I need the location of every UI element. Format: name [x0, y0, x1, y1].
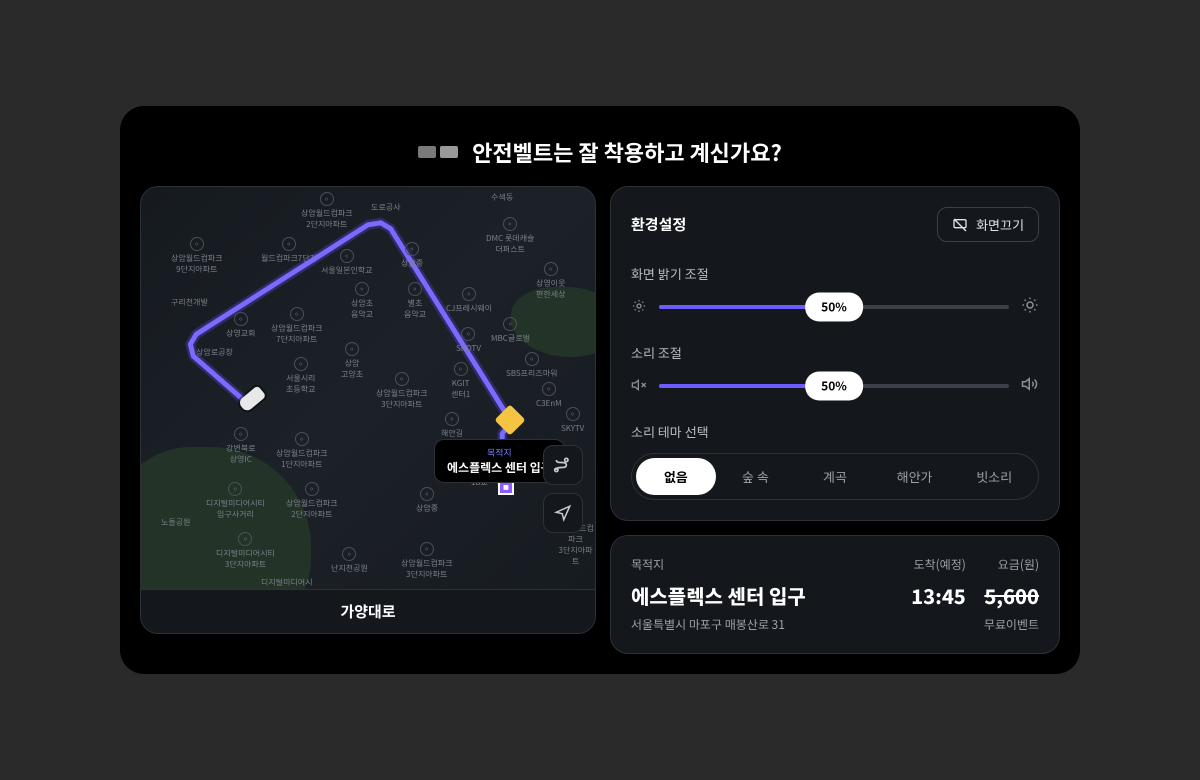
- main-panel: 안전벨트는 잘 착용하고 계신가요? ◦상암월드컵파크9단지아파트 ◦월드컵파크…: [120, 106, 1080, 674]
- volume-mute-icon: [631, 374, 647, 398]
- recenter-button[interactable]: [543, 493, 583, 533]
- settings-title: 환경설정: [631, 214, 686, 235]
- map-area[interactable]: ◦상암월드컵파크9단지아파트 ◦월드컵파크7단지 ◦상암월드컵파크2단지아파트 …: [141, 187, 595, 589]
- brightness-high-icon: [1021, 295, 1039, 319]
- brightness-slider[interactable]: 50%: [659, 305, 1009, 309]
- current-road: 가양대로: [141, 589, 595, 633]
- seatbelt-icon: [418, 146, 458, 158]
- volume-label: 소리 조절: [631, 343, 1039, 362]
- dest-address: 서울특별시 마포구 매봉산로 31: [631, 616, 893, 633]
- content-row: ◦상암월드컵파크9단지아파트 ◦월드컵파크7단지 ◦상암월드컵파크2단지아파트 …: [140, 186, 1060, 654]
- volume-thumb[interactable]: 50%: [805, 372, 863, 401]
- header: 안전벨트는 잘 착용하고 계신가요?: [140, 126, 1060, 186]
- screen-off-button[interactable]: 화면끄기: [937, 207, 1039, 242]
- dest-label: 목적지: [631, 556, 893, 573]
- map-dest-tag: 목적지: [447, 446, 552, 459]
- theme-option-valley[interactable]: 계곡: [795, 458, 875, 495]
- brightness-label: 화면 밝기 조절: [631, 264, 1039, 283]
- brightness-low-icon: [631, 295, 647, 319]
- theme-option-rain[interactable]: 빗소리: [954, 458, 1034, 495]
- screen-off-label: 화면끄기: [976, 215, 1024, 234]
- map-card: ◦상암월드컵파크9단지아파트 ◦월드컵파크7단지 ◦상암월드컵파크2단지아파트 …: [140, 186, 596, 634]
- eta-label: 도착(예정): [911, 556, 966, 573]
- settings-card: 환경설정 화면끄기 화면 밝기 조절 50%: [610, 186, 1060, 521]
- header-title: 안전벨트는 잘 착용하고 계신가요?: [472, 136, 782, 168]
- sound-theme-selector: 없음 숲 속 계곡 해안가 빗소리: [631, 453, 1039, 500]
- theme-option-none[interactable]: 없음: [636, 458, 716, 495]
- dest-name: 에스플렉스 센터 입구: [631, 581, 893, 610]
- eta-value: 13:45: [911, 581, 966, 610]
- destination-card: 목적지 에스플렉스 센터 입구 서울특별시 마포구 매봉산로 31 도착(예정)…: [610, 535, 1060, 654]
- volume-high-icon: [1021, 374, 1039, 398]
- fare-note: 무료이벤트: [984, 616, 1039, 633]
- theme-label: 소리 테마 선택: [631, 422, 1039, 441]
- theme-option-forest[interactable]: 숲 속: [716, 458, 796, 495]
- fare-label: 요금(원): [984, 556, 1039, 573]
- route-path: [141, 187, 595, 589]
- fare-value: 5,600: [984, 581, 1039, 610]
- route-overview-button[interactable]: [543, 445, 583, 485]
- monitor-off-icon: [952, 217, 968, 233]
- map-dest-name: 에스플렉스 센터 입구: [447, 459, 552, 476]
- volume-slider[interactable]: 50%: [659, 384, 1009, 388]
- brightness-thumb[interactable]: 50%: [805, 293, 863, 322]
- theme-option-shore[interactable]: 해안가: [875, 458, 955, 495]
